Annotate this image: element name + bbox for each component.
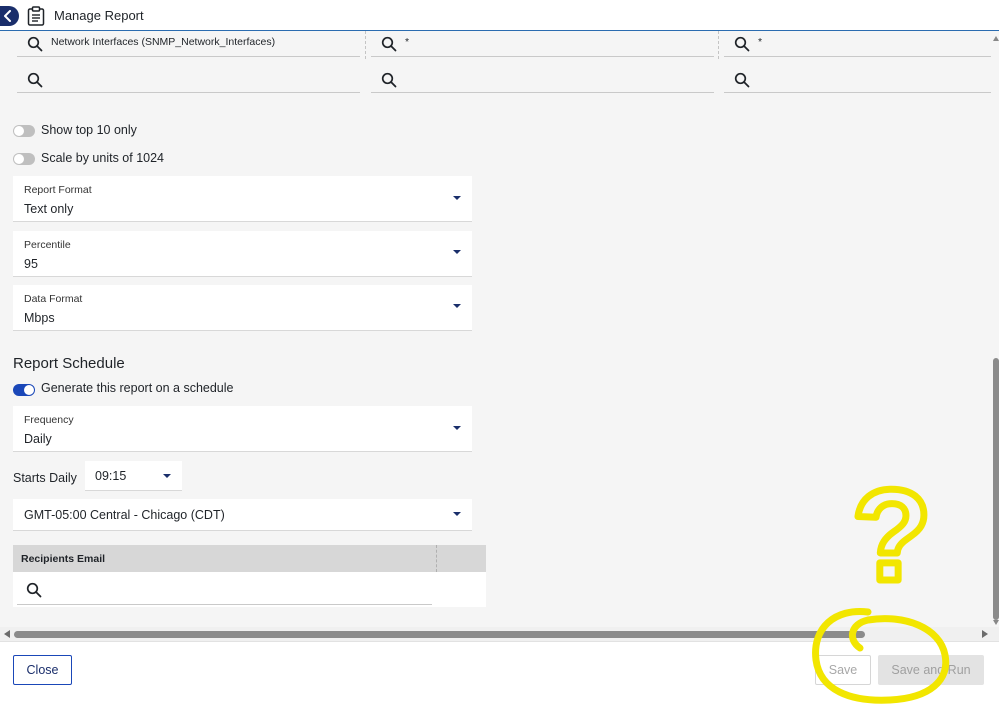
search-field-value: Network Interfaces (SNMP_Network_Interfa… xyxy=(51,36,276,48)
search-icon xyxy=(734,72,750,88)
search-field-value: * xyxy=(405,36,410,48)
footer-bar: Close Save Save and Run xyxy=(0,641,999,706)
caret-down-icon xyxy=(453,512,461,516)
search-field-instance[interactable]: * xyxy=(371,31,714,57)
horizontal-scrollbar-thumb[interactable] xyxy=(14,631,865,638)
percentile-select[interactable]: Percentile 95 xyxy=(13,231,472,277)
scale-1024-label: Scale by units of 1024 xyxy=(41,151,164,165)
timezone-select[interactable]: GMT-05:00 Central - Chicago (CDT) xyxy=(13,499,472,531)
search-field-value: * xyxy=(758,36,763,48)
schedule-toggle[interactable] xyxy=(13,384,35,396)
column-divider xyxy=(718,31,719,59)
search-field-datasource[interactable]: Network Interfaces (SNMP_Network_Interfa… xyxy=(17,31,360,57)
starts-daily-label: Starts Daily xyxy=(13,471,77,485)
scroll-down-arrow[interactable] xyxy=(993,620,999,625)
chevron-left-icon xyxy=(3,10,11,22)
recipients-table-header: Recipients Email xyxy=(13,545,486,572)
show-top10-label: Show top 10 only xyxy=(41,123,137,137)
search-field-datapoint[interactable]: * xyxy=(724,31,991,57)
vertical-scrollbar-thumb[interactable] xyxy=(993,358,999,620)
search-field-empty[interactable] xyxy=(724,67,991,93)
report-form-panel: Network Interfaces (SNMP_Network_Interfa… xyxy=(0,31,999,627)
scroll-right-arrow[interactable] xyxy=(982,630,988,638)
percentile-value: 95 xyxy=(24,257,38,271)
caret-down-icon xyxy=(163,474,171,478)
recipients-search-input[interactable] xyxy=(13,572,486,607)
report-schedule-heading: Report Schedule xyxy=(13,355,125,372)
search-icon xyxy=(381,36,397,52)
input-underline xyxy=(17,604,432,605)
schedule-toggle-label: Generate this report on a schedule xyxy=(41,381,234,395)
caret-down-icon xyxy=(453,426,461,430)
column-divider xyxy=(365,31,366,59)
save-button[interactable]: Save xyxy=(815,655,871,685)
search-icon xyxy=(381,72,397,88)
scale-1024-toggle[interactable] xyxy=(13,153,35,165)
search-icon xyxy=(734,36,750,52)
caret-down-icon xyxy=(453,304,461,308)
caret-down-icon xyxy=(453,196,461,200)
caret-down-icon xyxy=(453,250,461,254)
search-icon xyxy=(27,36,43,52)
scroll-up-arrow[interactable] xyxy=(993,36,999,41)
search-icon xyxy=(26,582,42,598)
search-field-empty[interactable] xyxy=(17,67,360,93)
percentile-label: Percentile xyxy=(24,239,71,251)
save-and-run-button[interactable]: Save and Run xyxy=(878,655,984,685)
timezone-value: GMT-05:00 Central - Chicago (CDT) xyxy=(24,508,225,522)
close-button[interactable]: Close xyxy=(13,655,72,685)
report-format-label: Report Format xyxy=(24,184,92,196)
data-format-label: Data Format xyxy=(24,293,83,305)
show-top10-toggle[interactable] xyxy=(13,125,35,137)
header-bar: Manage Report xyxy=(0,0,999,31)
scroll-left-arrow[interactable] xyxy=(4,630,10,638)
search-icon xyxy=(27,72,43,88)
page-title: Manage Report xyxy=(54,8,144,23)
frequency-value: Daily xyxy=(24,432,52,446)
frequency-label: Frequency xyxy=(24,414,74,426)
report-format-value: Text only xyxy=(24,202,74,216)
data-format-select[interactable]: Data Format Mbps xyxy=(13,285,472,331)
horizontal-scrollbar[interactable] xyxy=(0,627,999,641)
recipients-header-label: Recipients Email xyxy=(21,553,106,565)
start-time-select[interactable]: 09:15 xyxy=(85,461,182,491)
report-format-select[interactable]: Report Format Text only xyxy=(13,176,472,222)
start-time-value: 09:15 xyxy=(95,469,127,483)
clipboard-icon xyxy=(27,6,45,26)
frequency-select[interactable]: Frequency Daily xyxy=(13,406,472,452)
data-format-value: Mbps xyxy=(24,311,55,325)
column-divider xyxy=(436,545,437,572)
search-field-empty[interactable] xyxy=(371,67,714,93)
back-button[interactable] xyxy=(0,6,19,26)
